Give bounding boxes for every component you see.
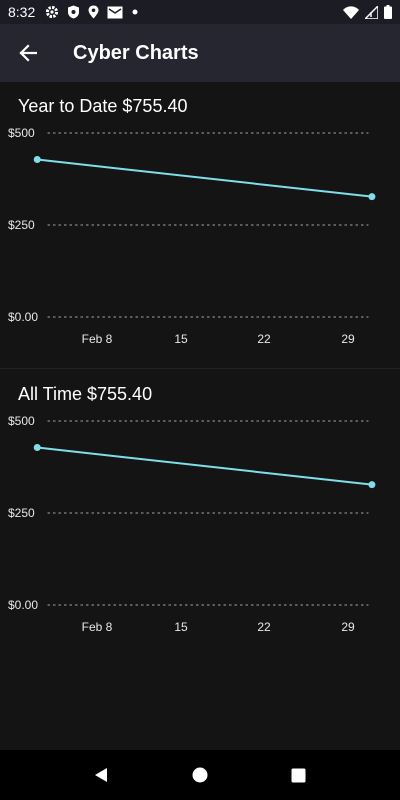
data-point — [33, 443, 41, 451]
y-tick-label: $250 — [8, 218, 35, 232]
status-time: 8:32 — [8, 4, 36, 20]
system-nav-bar — [0, 750, 400, 800]
nav-back-button[interactable] — [76, 750, 126, 800]
arrow-left-icon — [19, 44, 37, 62]
y-tick-label: $0.00 — [8, 598, 38, 612]
home-circle-icon — [192, 767, 208, 783]
x-tick-label: 15 — [174, 332, 188, 346]
line-chart-all-time: $500 $250 $0.00 Feb 8 15 22 29 — [8, 414, 376, 634]
recents-square-icon — [291, 768, 306, 783]
app-bar: Cyber Charts — [0, 24, 400, 82]
back-triangle-icon — [93, 767, 109, 783]
line-chart-ytd: $500 $250 $0.00 Feb 8 15 22 29 — [8, 126, 376, 346]
series-line — [37, 446, 373, 486]
data-point — [368, 481, 376, 489]
y-tick-label: $250 — [8, 506, 35, 520]
data-point — [368, 193, 376, 201]
data-point — [33, 155, 41, 163]
y-tick-label: $0.00 — [8, 310, 38, 324]
chart-card-ytd: Year to Date $755.40 $500 $250 $0.00 Feb 81… — [0, 82, 400, 369]
x-tick-label: 22 — [257, 620, 271, 634]
shield-icon — [67, 5, 80, 19]
status-system-icons — [343, 5, 392, 19]
gear-icon — [45, 5, 59, 19]
status-notification-icons — [45, 5, 139, 19]
signal-icon — [365, 5, 378, 19]
dot-icon — [131, 8, 139, 16]
x-tick-label: 29 — [341, 620, 355, 634]
chart-list: Year to Date $755.40 $500 $250 $0.00 Feb 81… — [0, 82, 400, 750]
x-tick-label: 29 — [341, 332, 355, 346]
page-title: Cyber Charts — [73, 41, 199, 64]
back-button[interactable] — [0, 24, 56, 82]
status-bar: 8:32 — [0, 0, 400, 24]
series-line — [37, 158, 373, 198]
nav-home-button[interactable] — [175, 750, 225, 800]
divider — [0, 368, 400, 369]
y-tick-label: $500 — [8, 414, 35, 428]
mail-icon — [107, 6, 123, 19]
y-tick-label: $500 — [8, 126, 35, 140]
x-tick-label: Feb 8 — [82, 620, 113, 634]
x-tick-label: 22 — [257, 332, 271, 346]
nav-recents-button[interactable] — [274, 750, 324, 800]
location-pin-icon — [88, 5, 99, 19]
x-tick-label: 15 — [174, 620, 188, 634]
wifi-icon — [343, 5, 359, 19]
chart-card-all-time: All Time $755.40 $500 $250 $0.00 Feb 8 15 22 2… — [0, 370, 400, 656]
x-tick-label: Feb 8 — [82, 332, 113, 346]
battery-icon — [384, 5, 392, 19]
